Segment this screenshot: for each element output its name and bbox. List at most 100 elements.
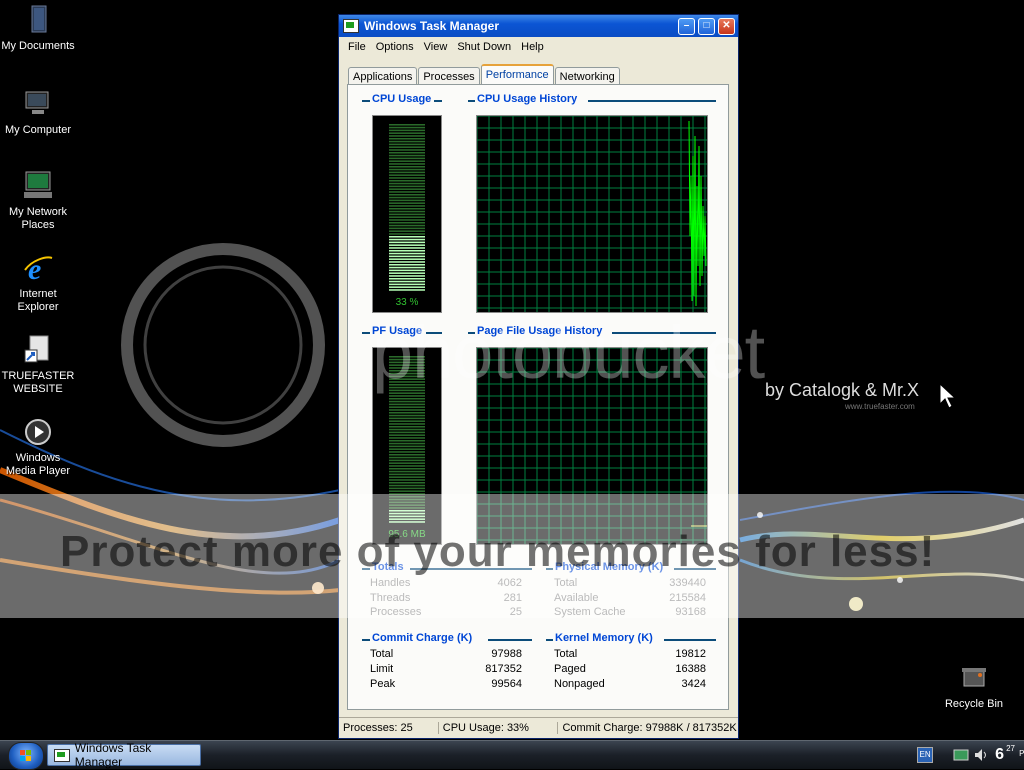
meter-segment xyxy=(389,146,425,148)
window-titlebar[interactable]: Windows Task Manager – □ ✕ xyxy=(339,15,738,37)
tab-applications[interactable]: Applications xyxy=(348,67,418,85)
stat-value: 817352 xyxy=(485,663,522,675)
meter-segment xyxy=(389,208,425,210)
desktop-icon-my-documents[interactable]: My Documents xyxy=(0,4,76,53)
desktop-icon-label: Recycle Bin xyxy=(944,698,1004,710)
window-title: Windows Task Manager xyxy=(364,19,500,33)
meter-segment xyxy=(389,440,425,442)
totals-row-handles: Handles 4062 xyxy=(370,577,522,589)
close-button[interactable]: ✕ xyxy=(718,17,735,35)
maximize-button[interactable]: □ xyxy=(698,17,715,35)
meter-segment xyxy=(389,462,425,464)
status-processes: Processes: 25 xyxy=(343,722,413,734)
meter-segment xyxy=(389,375,425,378)
meter-segment xyxy=(389,196,425,199)
clock-minute: 27 xyxy=(1006,744,1015,753)
meter-segment xyxy=(389,244,425,246)
meter-segment xyxy=(389,367,425,369)
cpu-usage-meter: 33 % xyxy=(372,115,442,313)
meter-segment xyxy=(389,361,425,364)
meter-segment xyxy=(389,154,425,157)
meter-segment xyxy=(389,143,425,146)
stat-value: 25 xyxy=(509,606,522,618)
tab-processes[interactable]: Processes xyxy=(418,67,480,85)
stat-label: Threads xyxy=(370,592,411,604)
folder-icon xyxy=(22,4,54,36)
tab-performance[interactable]: Performance xyxy=(480,64,554,85)
cpu-history-line xyxy=(688,120,707,307)
meter-segment xyxy=(389,392,425,394)
desktop-icon-internet-explorer[interactable]: e Internet Explorer xyxy=(0,252,76,314)
desktop-icon-windows-media-player[interactable]: Windows Media Player xyxy=(0,416,76,478)
kernel-memory-title: Kernel Memory (K) xyxy=(553,632,655,644)
task-manager-icon xyxy=(343,19,359,33)
desktop-icon-truefaster-website[interactable]: TRUEFASTER WEBSITE xyxy=(0,334,76,396)
minimize-button[interactable]: – xyxy=(678,17,695,35)
meter-segment xyxy=(389,476,425,478)
meter-segment xyxy=(389,258,425,260)
stat-label: Limit xyxy=(370,663,394,675)
desktop-icon-my-network-places[interactable]: My Network Places xyxy=(0,170,76,232)
meter-segment xyxy=(389,437,425,439)
meter-segment xyxy=(389,230,425,232)
meter-segment xyxy=(389,479,425,481)
language-indicator[interactable]: EN xyxy=(917,747,934,763)
media-player-icon xyxy=(22,416,54,448)
meter-segment xyxy=(389,124,425,126)
desktop-icon-label: My Network Places xyxy=(8,206,68,231)
totals-row-processes: Processes 25 xyxy=(370,606,522,618)
totals-title: Totals xyxy=(370,561,406,573)
physical-memory-title: Physical Memory (K) xyxy=(553,561,666,573)
desktop-icon-my-computer[interactable]: My Computer xyxy=(0,88,76,137)
network-tray-icon[interactable] xyxy=(953,747,969,763)
stat-label: Available xyxy=(554,592,599,604)
meter-segment xyxy=(389,510,425,512)
meter-segment xyxy=(389,518,425,520)
menu-file[interactable]: File xyxy=(343,41,371,53)
ie-icon: e xyxy=(22,252,54,286)
meter-segment xyxy=(389,406,425,408)
meter-segment xyxy=(389,210,425,213)
meter-segment xyxy=(389,174,425,176)
desktop-icon-label: My Computer xyxy=(4,124,72,136)
group-rule xyxy=(488,639,532,641)
clock[interactable]: 6 27 PM xyxy=(995,744,1024,764)
status-cpu-usage: CPU Usage: 33% xyxy=(437,722,558,734)
taskbar-button-label: Windows Task Manager xyxy=(74,741,152,769)
stat-label: Processes xyxy=(370,606,422,618)
menu-view[interactable]: View xyxy=(419,41,453,53)
meter-segment xyxy=(389,420,425,422)
meter-segment xyxy=(389,496,425,498)
menu-help[interactable]: Help xyxy=(516,41,549,53)
meter-segment xyxy=(389,194,425,196)
pf-usage-meter: 95.6 MB xyxy=(372,347,442,545)
start-button[interactable] xyxy=(8,742,44,770)
meter-segment xyxy=(389,459,425,462)
stat-value: 19812 xyxy=(675,648,706,660)
meter-segment xyxy=(389,445,425,448)
meter-segment xyxy=(389,261,425,263)
stat-value: 339440 xyxy=(669,577,706,589)
menu-options[interactable]: Options xyxy=(371,41,419,53)
meter-segment xyxy=(389,384,425,386)
meter-segment xyxy=(389,252,425,255)
pf-meter-bars xyxy=(389,356,425,523)
clock-hour: 6 xyxy=(995,746,1004,763)
stat-label: System Cache xyxy=(554,606,626,618)
menu-shut-down[interactable]: Shut Down xyxy=(452,41,516,53)
tab-networking[interactable]: Networking xyxy=(554,67,620,85)
stat-value: 93168 xyxy=(675,606,706,618)
meter-segment xyxy=(389,487,425,490)
meter-segment xyxy=(389,398,425,400)
meter-segment xyxy=(389,470,425,473)
meter-segment xyxy=(389,188,425,190)
taskbar-button-task-manager[interactable]: Windows Task Manager xyxy=(47,741,201,769)
desktop-icon-recycle-bin[interactable]: Recycle Bin xyxy=(936,662,1012,711)
meter-segment xyxy=(389,395,425,397)
meter-segment xyxy=(389,448,425,450)
stat-label: Total xyxy=(554,577,578,589)
meter-segment xyxy=(389,280,425,283)
meter-segment xyxy=(389,417,425,420)
volume-icon[interactable] xyxy=(973,747,989,763)
desktop-icon-label: TRUEFASTER WEBSITE xyxy=(1,370,75,395)
